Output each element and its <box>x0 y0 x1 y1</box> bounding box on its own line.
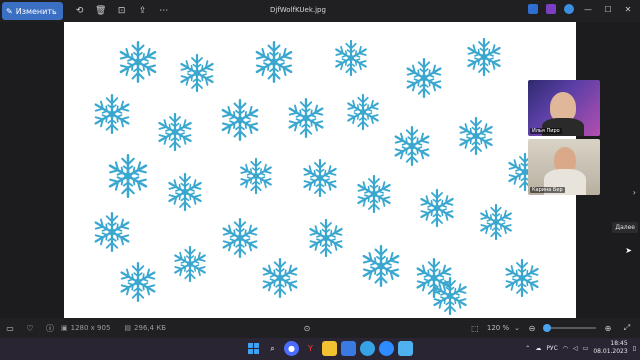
status-bar: ▭ ♡ ⓘ ▣ 1280 x 905 ▤ 296,4 КБ ⊙ ⬚ 120 % … <box>0 318 640 338</box>
clipchamp-icon[interactable] <box>546 4 556 14</box>
participant-name: Карина Бер <box>530 187 565 193</box>
edit-button[interactable]: ✎ Изменить <box>2 2 63 20</box>
filmstrip-icon[interactable]: ▭ <box>3 324 17 333</box>
snowflake-icon <box>91 211 133 253</box>
snowflake-image <box>64 22 576 318</box>
media-app-icon[interactable] <box>341 341 356 356</box>
zoom-in-icon[interactable]: ⊕ <box>601 324 615 333</box>
battery-icon[interactable]: ▭ <box>583 345 589 352</box>
clock-time: 18:45 <box>610 340 628 347</box>
rotate-icon[interactable]: ⟲ <box>73 4 87 18</box>
image-viewer: Илья Пиро Карина Бер › Далее ➤ <box>0 22 640 318</box>
image-dimensions: ▣ 1280 x 905 <box>61 324 110 332</box>
zoom-out-icon[interactable]: ⊖ <box>525 324 539 333</box>
explorer-icon[interactable] <box>322 341 337 356</box>
telegram-icon[interactable] <box>360 341 375 356</box>
snowflake-icon <box>219 217 261 259</box>
mouse-cursor-icon: ➤ <box>625 246 632 255</box>
language-indicator[interactable]: РУС <box>546 345 557 352</box>
snowflake-icon <box>285 97 327 139</box>
notifications-icon[interactable]: ▯ <box>633 345 636 352</box>
maximize-button[interactable]: ☐ <box>602 5 614 14</box>
chevron-up-icon[interactable]: ⌃ <box>525 345 530 352</box>
image-size-icon: ▣ <box>61 324 68 332</box>
minimize-button[interactable]: — <box>582 5 594 14</box>
disk-icon: ▤ <box>124 324 132 332</box>
snowflake-icon <box>502 258 542 298</box>
volume-icon[interactable]: ◁ <box>573 345 578 352</box>
file-name: DjfWolfKUek.jpg <box>270 6 326 14</box>
clock-date: 08.01.2023 <box>593 348 628 355</box>
toolbar: ✎ Изменить ⟲ 🗑 ⊡ ⇪ ⋯ DjfWolfKUek.jpg — ☐… <box>0 0 640 22</box>
taskbar: ⌕ ● Y ⌃ ☁ РУС ◠ ◁ ▭ 18:45 08.01.2023 ▯ <box>0 338 640 360</box>
onedrive-icon[interactable] <box>564 4 574 14</box>
snowflake-icon <box>456 116 496 156</box>
snowflake-icon <box>306 218 346 258</box>
wifi-icon[interactable]: ◠ <box>563 345 568 352</box>
fit-window-icon[interactable]: ⬚ <box>468 324 482 333</box>
snowflake-icon <box>155 112 195 152</box>
dimensions-text: 1280 x 905 <box>70 324 111 332</box>
zoom-value[interactable]: 120 % <box>487 324 509 332</box>
editor-app-icon[interactable] <box>528 4 538 14</box>
next-tooltip: Далее <box>612 222 638 233</box>
snowflake-icon <box>237 157 275 195</box>
system-clock[interactable]: 18:45 08.01.2023 <box>593 340 627 356</box>
video-tile[interactable]: Илья Пиро <box>528 80 600 136</box>
snowflake-icon <box>464 37 504 77</box>
pencil-icon: ✎ <box>6 6 13 16</box>
share-icon[interactable]: ⇪ <box>136 4 150 18</box>
start-icon[interactable] <box>246 341 261 356</box>
cloud-icon[interactable]: ☁ <box>535 345 541 352</box>
snowflake-icon <box>332 39 370 77</box>
participant-name: Илья Пиро <box>530 128 562 134</box>
favorite-icon[interactable]: ♡ <box>23 324 37 333</box>
zoom-app-icon[interactable] <box>379 341 394 356</box>
close-button[interactable]: ✕ <box>622 5 634 14</box>
info-icon[interactable]: ⓘ <box>43 323 57 334</box>
edit-button-label: Изменить <box>15 6 57 16</box>
snowflake-icon <box>165 172 205 212</box>
snowflake-icon <box>259 257 301 299</box>
snowflake-icon <box>477 203 515 241</box>
snowflake-icon <box>105 153 151 199</box>
video-tile[interactable]: Карина Бер <box>528 139 600 195</box>
snowflake-icon <box>391 125 433 167</box>
snowflake-icon <box>403 57 445 99</box>
file-size-text: 296,4 КБ <box>134 324 167 332</box>
slideshow-icon[interactable]: ⊙ <box>300 324 314 333</box>
fullscreen-icon[interactable]: ⤢ <box>620 323 634 333</box>
more-icon[interactable]: ⋯ <box>157 4 171 18</box>
chat-app-icon[interactable]: ● <box>284 341 299 356</box>
snowflake-icon <box>116 40 160 84</box>
snowflake-icon <box>417 188 457 228</box>
snowflake-icon <box>359 244 403 288</box>
snowflake-icon <box>91 93 133 135</box>
snowflake-icon <box>252 40 296 84</box>
search-icon[interactable]: ⌕ <box>265 341 280 356</box>
snowflake-icon <box>300 158 340 198</box>
zoom-slider-thumb[interactable] <box>543 324 552 332</box>
snowflake-icon <box>430 276 470 316</box>
zoom-slider[interactable] <box>543 324 596 332</box>
crop-icon[interactable]: ⊡ <box>115 4 129 18</box>
file-size: ▤ 296,4 КБ <box>124 324 166 332</box>
snowflake-icon <box>117 261 159 303</box>
photos-app-icon[interactable] <box>398 341 413 356</box>
snowflake-icon <box>218 98 262 142</box>
delete-icon[interactable]: 🗑 <box>94 4 108 18</box>
snowflake-icon <box>177 53 217 93</box>
yandex-icon[interactable]: Y <box>303 341 318 356</box>
snowflake-icon <box>171 245 209 283</box>
snowflake-icon <box>354 174 394 214</box>
next-image-button[interactable]: › <box>633 188 636 197</box>
snowflake-icon <box>344 93 382 131</box>
chevron-down-icon[interactable]: ⌄ <box>514 324 520 332</box>
